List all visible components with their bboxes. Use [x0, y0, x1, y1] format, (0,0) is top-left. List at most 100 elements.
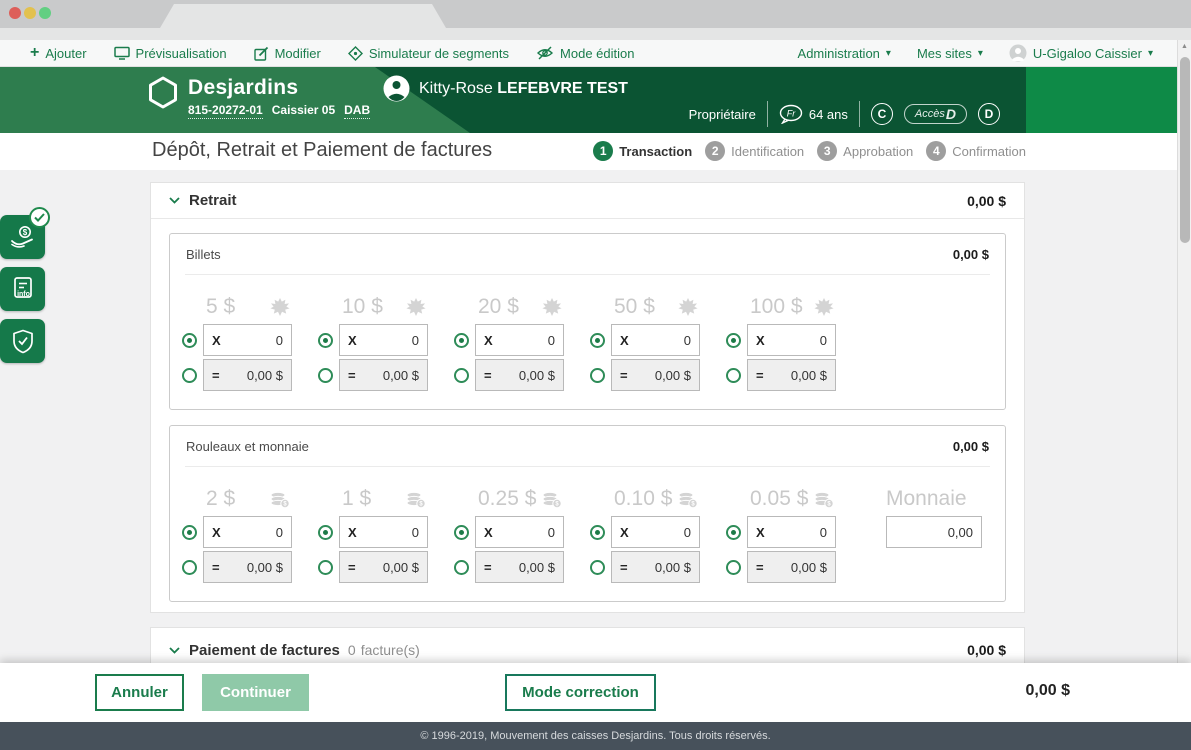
qty-input[interactable] [224, 332, 283, 348]
edit-mode-button[interactable]: Mode édition [536, 46, 634, 61]
preview-button[interactable]: Prévisualisation [113, 45, 227, 61]
minimize-window-button[interactable] [24, 7, 36, 19]
step-number: 2 [705, 141, 726, 161]
qty-radio[interactable] [726, 332, 741, 348]
qty-radio[interactable] [454, 524, 469, 540]
paiement-header[interactable]: Paiement de factures 0 facture(s) 0,00 $ [151, 628, 1024, 663]
amt-input[interactable] [359, 367, 419, 383]
qty-radio[interactable] [726, 524, 741, 540]
step-number: 3 [817, 141, 838, 161]
amt-radio[interactable] [318, 559, 333, 575]
amt-input[interactable] [223, 559, 283, 575]
qty-radio[interactable] [590, 332, 605, 348]
qty-input[interactable] [768, 332, 827, 348]
retrait-total: 0,00 $ [967, 192, 1006, 209]
amt-input[interactable] [495, 559, 555, 575]
qty-input[interactable] [632, 524, 691, 540]
amt-input[interactable] [359, 559, 419, 575]
qty-radio[interactable] [182, 332, 197, 348]
amt-input[interactable] [631, 367, 691, 383]
retrait-header[interactable]: Retrait 0,00 $ [151, 183, 1024, 219]
denomination-label: 2 $ [206, 487, 236, 510]
client-role: Propriétaire [688, 106, 756, 122]
amt-prefix: = [620, 367, 628, 383]
amt-radio[interactable] [590, 367, 605, 383]
administration-menu[interactable]: Administration ▾ [798, 46, 891, 61]
close-window-button[interactable] [9, 7, 21, 19]
continue-button[interactable]: Continuer [202, 674, 309, 711]
qty-radio[interactable] [590, 524, 605, 540]
user-menu[interactable]: U-Gigaloo Caissier ▾ [1009, 44, 1153, 62]
modify-button[interactable]: Modifier [253, 46, 321, 61]
scroll-up-arrow[interactable]: ▲ [1178, 43, 1191, 50]
qty-input[interactable] [360, 332, 419, 348]
scrollbar-thumb[interactable] [1180, 57, 1190, 243]
dab-link[interactable]: DAB [344, 103, 371, 119]
amt-input[interactable] [223, 367, 283, 383]
chevron-down-icon: ▾ [977, 47, 983, 59]
amt-radio[interactable] [590, 559, 605, 575]
denomination-label: 10 $ [342, 295, 383, 318]
qty-radio[interactable] [182, 524, 197, 540]
qty-input[interactable] [496, 332, 555, 348]
billets-box: Billets 0,00 $ 5 $ X = [169, 233, 1006, 410]
amt-input[interactable] [767, 559, 827, 575]
qty-inputbox: X [203, 324, 292, 356]
qty-input[interactable] [768, 524, 827, 540]
qty-inputbox: X [203, 516, 292, 548]
qty-radio[interactable] [454, 332, 469, 348]
correction-mode-button[interactable]: Mode correction [505, 674, 656, 711]
my-sites-menu[interactable]: Mes sites ▾ [917, 46, 983, 61]
app-header: Desjardins 815-20272-01 Caissier 05 DAB … [0, 67, 1177, 133]
amt-radio[interactable] [182, 559, 197, 575]
header-bright-band [1026, 67, 1177, 133]
add-button[interactable]: + Ajouter [30, 45, 87, 61]
paiement-count: 0 facture(s) [348, 642, 420, 658]
sidebar-info-button[interactable]: info [0, 267, 45, 311]
browser-tab[interactable] [160, 4, 446, 28]
client-first-name: Kitty-Rose [419, 79, 493, 97]
qty-input[interactable] [224, 524, 283, 540]
amt-input[interactable] [631, 559, 691, 575]
amt-radio[interactable] [726, 367, 741, 383]
preview-label: Prévisualisation [135, 45, 227, 61]
denom-column-2d: 2 $ $ X = [182, 473, 292, 583]
shield-check-icon [12, 329, 33, 353]
transit-number[interactable]: 815-20272-01 [188, 103, 263, 119]
segment-simulator-button[interactable]: Simulateur de segments [347, 46, 509, 61]
browser-chrome [0, 0, 1191, 28]
admin-toolbar: + Ajouter Prévisualisation Modifier Simu… [0, 40, 1177, 67]
zoom-window-button[interactable] [39, 7, 51, 19]
qty-input[interactable] [632, 332, 691, 348]
cancel-button[interactable]: Annuler [95, 674, 184, 711]
billets-total: 0,00 $ [952, 246, 989, 262]
amt-prefix: = [348, 559, 356, 575]
browser-address-strip [0, 28, 1191, 40]
amt-prefix: = [348, 367, 356, 383]
amt-radio[interactable] [182, 367, 197, 383]
amt-radio[interactable] [454, 367, 469, 383]
amt-input[interactable] [767, 367, 827, 383]
client-last-name: LEFEBVRE TEST [497, 79, 628, 97]
amt-radio[interactable] [318, 367, 333, 383]
amt-radio[interactable] [454, 559, 469, 575]
qty-prefix: X [620, 524, 629, 540]
teller-label: Caissier 05 [271, 103, 336, 117]
qty-prefix: X [348, 332, 357, 348]
qty-radio[interactable] [318, 332, 333, 348]
sidebar-security-button[interactable] [0, 319, 45, 363]
qty-input[interactable] [496, 524, 555, 540]
transaction-total: 0,00 $ [1025, 682, 1070, 699]
amt-radio[interactable] [726, 559, 741, 575]
denomination-label: 0.25 $ [478, 487, 537, 510]
administration-label: Administration [797, 45, 880, 61]
denomination-label: 100 $ [750, 295, 803, 318]
monnaie-input[interactable] [895, 524, 973, 540]
screen: + Ajouter Prévisualisation Modifier Simu… [0, 0, 1191, 750]
paiement-count-suffix: facture(s) [360, 642, 420, 658]
qty-radio[interactable] [318, 524, 333, 540]
amt-input[interactable] [495, 367, 555, 383]
svg-text:$: $ [22, 228, 27, 237]
client-info-row: Propriétaire Fr 64 ans C Accès D D [689, 101, 1000, 127]
qty-input[interactable] [360, 524, 419, 540]
